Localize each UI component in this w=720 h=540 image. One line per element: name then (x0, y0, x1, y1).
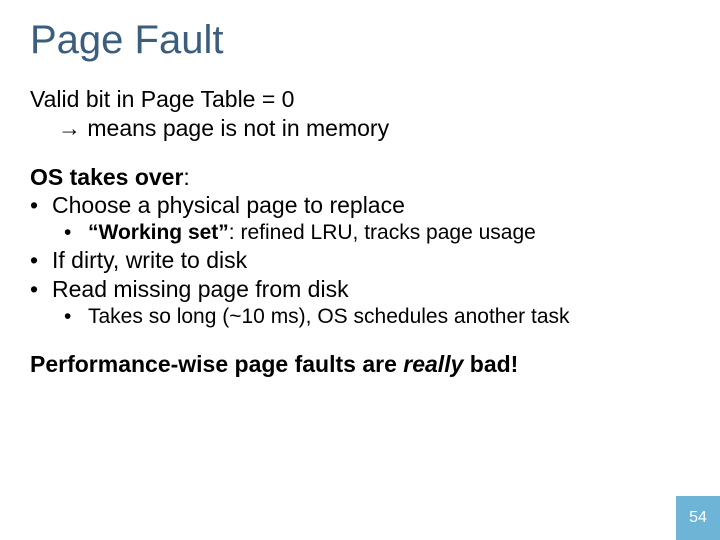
ws-quote-open: “ (88, 221, 99, 244)
bullet-dot-icon: • (30, 275, 52, 304)
bullet-dirty-text: If dirty, write to disk (52, 246, 247, 275)
bullet-dirty: • If dirty, write to disk (30, 246, 690, 275)
sub-bullet-working-set: • “Working set”: refined LRU, tracks pag… (30, 220, 690, 246)
ws-label: Working set (99, 221, 219, 244)
arrow-icon: → (58, 115, 81, 141)
os-takes-over-line: OS takes over: (30, 163, 690, 192)
page-number-badge: 54 (676, 496, 720, 540)
sub-ws-content: “Working set”: refined LRU, tracks page … (88, 220, 536, 246)
page-number: 54 (689, 509, 707, 527)
bullet-read-text: Read missing page from disk (52, 275, 349, 304)
performance-line: Performance-wise page faults are really … (30, 350, 690, 379)
bullet-read: • Read missing page from disk (30, 275, 690, 304)
slide: Page Fault Valid bit in Page Table = 0 →… (0, 0, 720, 540)
valid-bit-block: Valid bit in Page Table = 0 → means page… (30, 85, 690, 143)
bullet-choose-text: Choose a physical page to replace (52, 191, 405, 220)
perf-pre: Performance-wise page faults are (30, 351, 403, 377)
ws-quote-close: ” (218, 221, 229, 244)
sub-bullet-takes-long: • Takes so long (~10 ms), OS schedules a… (30, 304, 690, 330)
perf-really: really (403, 351, 463, 377)
slide-title: Page Fault (30, 18, 690, 63)
bullet-dot-icon: • (30, 191, 52, 220)
sub-takes-long-text: Takes so long (~10 ms), OS schedules ano… (88, 304, 570, 330)
bullet-dot-icon: • (64, 220, 88, 246)
valid-bit-line: Valid bit in Page Table = 0 (30, 85, 690, 114)
os-block: OS takes over: • Choose a physical page … (30, 163, 690, 331)
means-line: → means page is not in memory (30, 114, 690, 143)
bullet-choose: • Choose a physical page to replace (30, 191, 690, 220)
bullet-dot-icon: • (64, 304, 88, 330)
os-colon: : (183, 164, 189, 190)
means-text: means page is not in memory (81, 115, 389, 141)
os-takes-over-label: OS takes over (30, 164, 183, 190)
bullet-dot-icon: • (30, 246, 52, 275)
perf-post: bad! (463, 351, 518, 377)
ws-rest: : refined LRU, tracks page usage (229, 221, 536, 244)
